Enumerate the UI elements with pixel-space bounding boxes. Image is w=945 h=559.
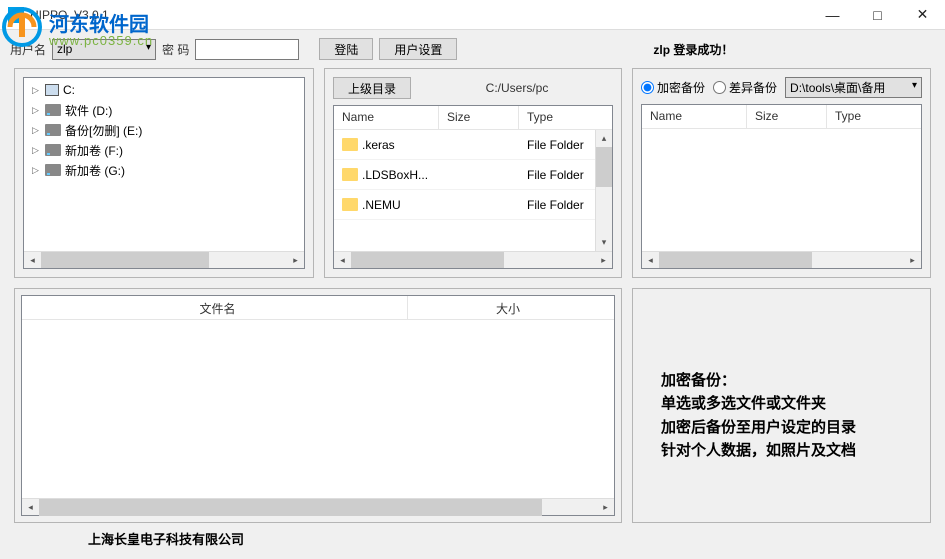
tree-item-label: 新加卷 (G:) xyxy=(65,162,125,179)
user-settings-button[interactable]: 用户设置 xyxy=(379,38,457,60)
list-item[interactable]: .keras File Folder xyxy=(334,130,612,160)
footer-company: 上海长皇电子科技有限公司 xyxy=(0,523,945,548)
minimize-button[interactable]: — xyxy=(810,0,855,29)
info-text: 加密备份： 单选或多选文件或文件夹 加密后备份至用户设定的目录 针对个人数据，如… xyxy=(661,369,910,462)
tree-item-c[interactable]: ▷ C: xyxy=(26,80,302,100)
scroll-right-icon[interactable]: ▸ xyxy=(287,252,304,269)
file-list[interactable]: Name Size Type .keras File Folder .LDSBo… xyxy=(333,105,613,269)
username-label: 用户名 xyxy=(10,41,46,58)
password-label: 密 码 xyxy=(162,41,189,58)
drive-icon xyxy=(45,104,61,116)
info-panel: 加密备份： 单选或多选文件或文件夹 加密后备份至用户设定的目录 针对个人数据，如… xyxy=(632,288,931,523)
folder-icon xyxy=(342,198,358,211)
folder-icon xyxy=(342,168,358,181)
login-status: zlp 登录成功！ xyxy=(653,41,733,58)
expand-icon[interactable]: ▷ xyxy=(30,165,41,176)
expand-icon[interactable]: ▷ xyxy=(30,145,41,156)
login-button[interactable]: 登陆 xyxy=(319,38,373,60)
col-name[interactable]: Name xyxy=(334,106,439,129)
scroll-thumb[interactable] xyxy=(39,499,542,516)
scroll-left-icon[interactable]: ◂ xyxy=(22,499,39,516)
password-input[interactable] xyxy=(195,39,299,60)
list-item[interactable]: .LDSBoxH... File Folder xyxy=(334,160,612,190)
drive-icon xyxy=(45,144,61,156)
username-combo[interactable]: zlp xyxy=(52,39,156,60)
scroll-up-icon[interactable]: ▴ xyxy=(596,130,612,147)
window-titlebar: HIPPO_V3.0.1 — □ ✕ xyxy=(0,0,945,30)
username-value: zlp xyxy=(57,42,72,56)
col-name[interactable]: Name xyxy=(642,105,747,128)
queue-list[interactable]: 文件名 大小 ◂ ▸ xyxy=(21,295,615,516)
maximize-button[interactable]: □ xyxy=(855,0,900,29)
computer-icon xyxy=(45,84,59,96)
expand-icon[interactable]: ▷ xyxy=(30,85,41,96)
scroll-right-icon[interactable]: ▸ xyxy=(597,499,614,516)
scroll-left-icon[interactable]: ◂ xyxy=(334,252,351,269)
col-filename[interactable]: 文件名 xyxy=(28,296,408,319)
backup-file-list[interactable]: Name Size Type ◂ ▸ xyxy=(641,104,922,269)
scroll-left-icon[interactable]: ◂ xyxy=(24,252,41,269)
tree-item-e[interactable]: ▷ 备份[勿删] (E:) xyxy=(26,120,302,140)
scroll-thumb[interactable] xyxy=(351,252,504,269)
parent-dir-button[interactable]: 上级目录 xyxy=(333,77,411,99)
current-path: C:/Users/pc xyxy=(421,81,613,95)
col-type[interactable]: Type xyxy=(827,105,921,128)
tree-item-f[interactable]: ▷ 新加卷 (F:) xyxy=(26,140,302,160)
file-browser-panel: 上级目录 C:/Users/pc Name Size Type .keras F… xyxy=(324,68,622,278)
drive-icon xyxy=(45,164,61,176)
tree-item-label: 新加卷 (F:) xyxy=(65,142,123,159)
col-size[interactable]: Size xyxy=(439,106,519,129)
drive-tree-panel: ▷ C: ▷ 软件 (D:) ▷ 备份[勿删] (E:) ▷ 新 xyxy=(14,68,314,278)
col-size[interactable]: 大小 xyxy=(408,296,608,319)
login-toolbar: 用户名 zlp 密 码 登陆 用户设置 zlp 登录成功！ xyxy=(0,30,945,68)
backup-panel: 加密备份 差异备份 D:\tools\桌面\备用 Name Size Type xyxy=(632,68,931,278)
col-size[interactable]: Size xyxy=(747,105,827,128)
tree-item-label: C: xyxy=(63,83,75,97)
tree-item-g[interactable]: ▷ 新加卷 (G:) xyxy=(26,160,302,180)
scroll-right-icon[interactable]: ▸ xyxy=(904,252,921,269)
scroll-thumb[interactable] xyxy=(596,147,613,187)
tree-item-d[interactable]: ▷ 软件 (D:) xyxy=(26,100,302,120)
dest-path-combo[interactable]: D:\tools\桌面\备用 xyxy=(785,77,922,98)
scroll-thumb[interactable] xyxy=(659,252,812,269)
close-button[interactable]: ✕ xyxy=(900,0,945,29)
drive-tree[interactable]: ▷ C: ▷ 软件 (D:) ▷ 备份[勿删] (E:) ▷ 新 xyxy=(23,77,305,269)
mode-diff-radio[interactable]: 差异备份 xyxy=(713,79,777,96)
scroll-down-icon[interactable]: ▾ xyxy=(596,234,612,251)
app-icon xyxy=(8,7,24,23)
list-item[interactable]: .NEMU File Folder xyxy=(334,190,612,220)
scroll-right-icon[interactable]: ▸ xyxy=(595,252,612,269)
folder-icon xyxy=(342,138,358,151)
mode-encrypt-radio[interactable]: 加密备份 xyxy=(641,79,705,96)
drive-icon xyxy=(45,124,61,136)
tree-item-label: 备份[勿删] (E:) xyxy=(65,122,142,139)
queue-panel: 文件名 大小 ◂ ▸ xyxy=(14,288,622,523)
scroll-left-icon[interactable]: ◂ xyxy=(642,252,659,269)
window-title: HIPPO_V3.0.1 xyxy=(30,8,810,22)
tree-item-label: 软件 (D:) xyxy=(65,102,112,119)
scroll-thumb[interactable] xyxy=(41,252,209,269)
expand-icon[interactable]: ▷ xyxy=(30,125,41,136)
dest-path-value: D:\tools\桌面\备用 xyxy=(790,79,885,96)
expand-icon[interactable]: ▷ xyxy=(30,105,41,116)
col-type[interactable]: Type xyxy=(519,106,612,129)
